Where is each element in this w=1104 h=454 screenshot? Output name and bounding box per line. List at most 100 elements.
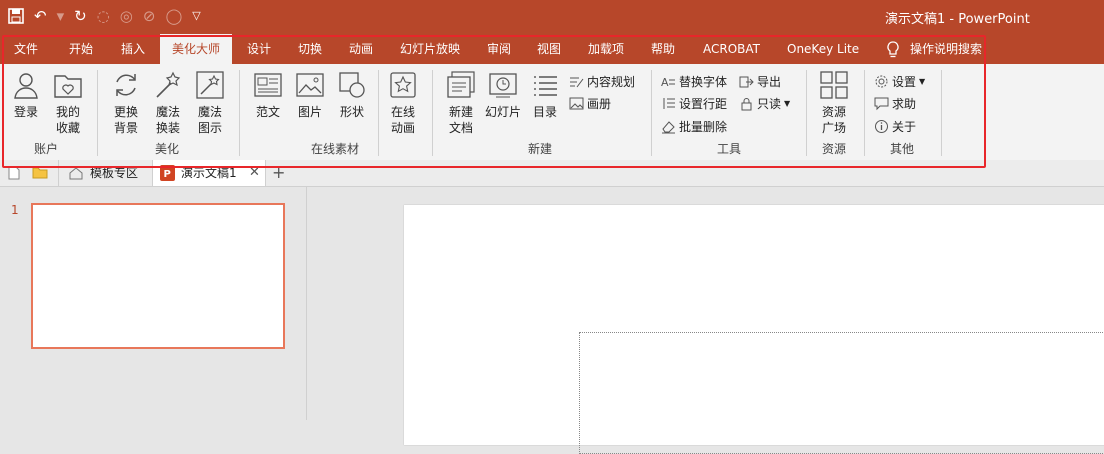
circle-icon[interactable]: ◯	[165, 6, 182, 26]
about-button[interactable]: 关于	[874, 117, 916, 135]
group-label-account: 账户	[34, 142, 59, 156]
title-bar: ↶ ▾ ↻ ◌ ◎ ⊘ ◯ ▽ 演示文稿1 - PowerPoint	[0, 0, 1104, 34]
tab-onekey-lite[interactable]: OneKey Lite	[787, 34, 859, 64]
shapes-button[interactable]: 形状	[332, 70, 372, 120]
tab-design[interactable]: 设计	[247, 34, 271, 64]
change-background-button[interactable]: 更换 背景	[106, 70, 146, 136]
tab-acrobat[interactable]: ACROBAT	[703, 34, 760, 64]
magic-diagram-button[interactable]: 魔法 图示	[190, 70, 230, 136]
star-frame-icon	[390, 72, 416, 98]
tab-file[interactable]: 文件	[14, 34, 38, 64]
group-separator	[806, 70, 807, 156]
tab-help[interactable]: 帮助	[651, 34, 675, 64]
tab-meihua-dashi[interactable]: 美化大师	[160, 34, 232, 64]
quick-access-toolbar: ↶ ▾ ↻ ◌ ◎ ⊘ ◯ ▽	[8, 6, 201, 26]
tab-view[interactable]: 视图	[537, 34, 561, 64]
line-spacing-icon	[663, 97, 675, 109]
group-label-online-materials: 在线素材	[311, 142, 360, 156]
read-only-button[interactable]: 只读 ▼	[739, 94, 790, 112]
album-icon	[569, 97, 584, 109]
shapes-icon	[339, 72, 365, 98]
settings-button[interactable]: 设置 ▼	[874, 72, 925, 90]
lightbulb-icon	[887, 41, 899, 58]
circle-icon[interactable]: ◌	[97, 6, 110, 26]
document-tab-bar: 模板专区 P 演示文稿1 ✕ +	[0, 160, 1104, 187]
line-spacing-button[interactable]: 设置行距	[661, 94, 727, 112]
folder-heart-icon	[54, 75, 82, 98]
group-separator	[651, 70, 652, 156]
online-animation-button[interactable]: 在线 动画	[383, 70, 423, 136]
group-separator	[378, 70, 379, 156]
new-document-button[interactable]: 新建 文档	[441, 70, 481, 136]
undo-dropdown-icon[interactable]: ▾	[57, 6, 65, 26]
batch-delete-button[interactable]: 批量删除	[661, 117, 727, 135]
undo-icon[interactable]: ↶	[34, 6, 47, 26]
group-label-beautify: 美化	[155, 142, 180, 156]
new-document-icon	[447, 71, 475, 98]
chat-icon	[874, 97, 889, 110]
group-separator	[864, 70, 865, 156]
slide-number: 1	[11, 203, 19, 217]
pictures-button[interactable]: 图片	[290, 70, 330, 120]
ribbon-tab-bar: 文件 开始 插入 美化大师 设计 切换 动画 幻灯片放映 审阅 视图 加载项 帮…	[0, 34, 1104, 64]
circle-icon[interactable]: ⊘	[143, 6, 156, 26]
lock-icon	[741, 97, 752, 110]
slide-button[interactable]: 幻灯片	[483, 70, 523, 120]
refresh-icon	[116, 74, 136, 96]
group-label-resources: 资源	[822, 142, 847, 156]
slide-canvas[interactable]	[404, 205, 1104, 454]
slide-clock-icon	[489, 73, 517, 98]
content-planning-button[interactable]: 内容规划	[569, 72, 635, 90]
svg-text:P: P	[164, 169, 171, 180]
group-separator	[432, 70, 433, 156]
new-file-icon[interactable]	[8, 166, 20, 180]
resource-square-button[interactable]: 资源 广场	[814, 70, 854, 136]
doc-tab-presentation1[interactable]: P 演示文稿1 ✕	[152, 160, 266, 186]
table-of-contents-button[interactable]: 目录	[525, 70, 565, 120]
group-label-tools: 工具	[717, 142, 742, 156]
circle-icon[interactable]: ◎	[120, 6, 133, 26]
tab-animations[interactable]: 动画	[349, 34, 373, 64]
help-request-button[interactable]: 求助	[874, 94, 916, 112]
text-placeholder[interactable]	[579, 332, 1104, 454]
sample-docs-button[interactable]: 范文	[248, 70, 288, 120]
login-button[interactable]: 登录	[6, 70, 46, 120]
list-icon	[534, 76, 557, 96]
grid-icon	[820, 71, 848, 99]
redo-icon[interactable]: ↻	[74, 6, 87, 26]
close-icon[interactable]: ✕	[249, 160, 260, 186]
group-separator	[97, 70, 98, 156]
new-tab-button[interactable]: +	[272, 160, 285, 186]
export-button[interactable]: 导出	[739, 72, 781, 90]
gear-icon	[875, 75, 888, 87]
pencil-lines-icon	[570, 77, 584, 87]
folder-icon[interactable]	[32, 166, 48, 179]
slide-editor	[307, 187, 1104, 454]
tab-review[interactable]: 审阅	[487, 34, 511, 64]
group-label-new: 新建	[528, 142, 553, 156]
export-icon	[739, 76, 754, 87]
doc-tab-template-zone[interactable]: 模板专区	[58, 160, 155, 186]
user-icon	[14, 73, 38, 99]
tab-addins[interactable]: 加载项	[588, 34, 624, 64]
home-icon	[69, 167, 83, 180]
magic-diagram-icon	[196, 71, 224, 99]
magic-outfit-button[interactable]: 魔法 换装	[148, 70, 188, 136]
tab-insert[interactable]: 插入	[121, 34, 145, 64]
picture-icon	[296, 73, 324, 97]
group-separator	[239, 70, 240, 156]
tab-home[interactable]: 开始	[69, 34, 93, 64]
tab-transitions[interactable]: 切换	[298, 34, 322, 64]
svg-text:A: A	[661, 76, 669, 89]
powerpoint-file-icon: P	[160, 165, 175, 181]
tab-slideshow[interactable]: 幻灯片放映	[400, 34, 460, 64]
window-title: 演示文稿1 - PowerPoint	[885, 12, 1030, 27]
customize-dropdown-icon[interactable]: ▽	[192, 6, 200, 26]
replace-font-button[interactable]: A 替换字体	[661, 72, 727, 90]
tab-tell-me-search[interactable]: 操作说明搜索	[910, 34, 982, 64]
save-icon[interactable]	[8, 8, 24, 24]
slide-thumbnail[interactable]	[31, 203, 285, 349]
ribbon-panel: 登录 我的 收藏 账户 更换 背景 魔法 换装 魔法 图示 美化 范文 图片 形…	[0, 64, 1104, 161]
photo-album-button[interactable]: 画册	[569, 94, 611, 112]
my-favorites-button[interactable]: 我的 收藏	[48, 70, 88, 136]
